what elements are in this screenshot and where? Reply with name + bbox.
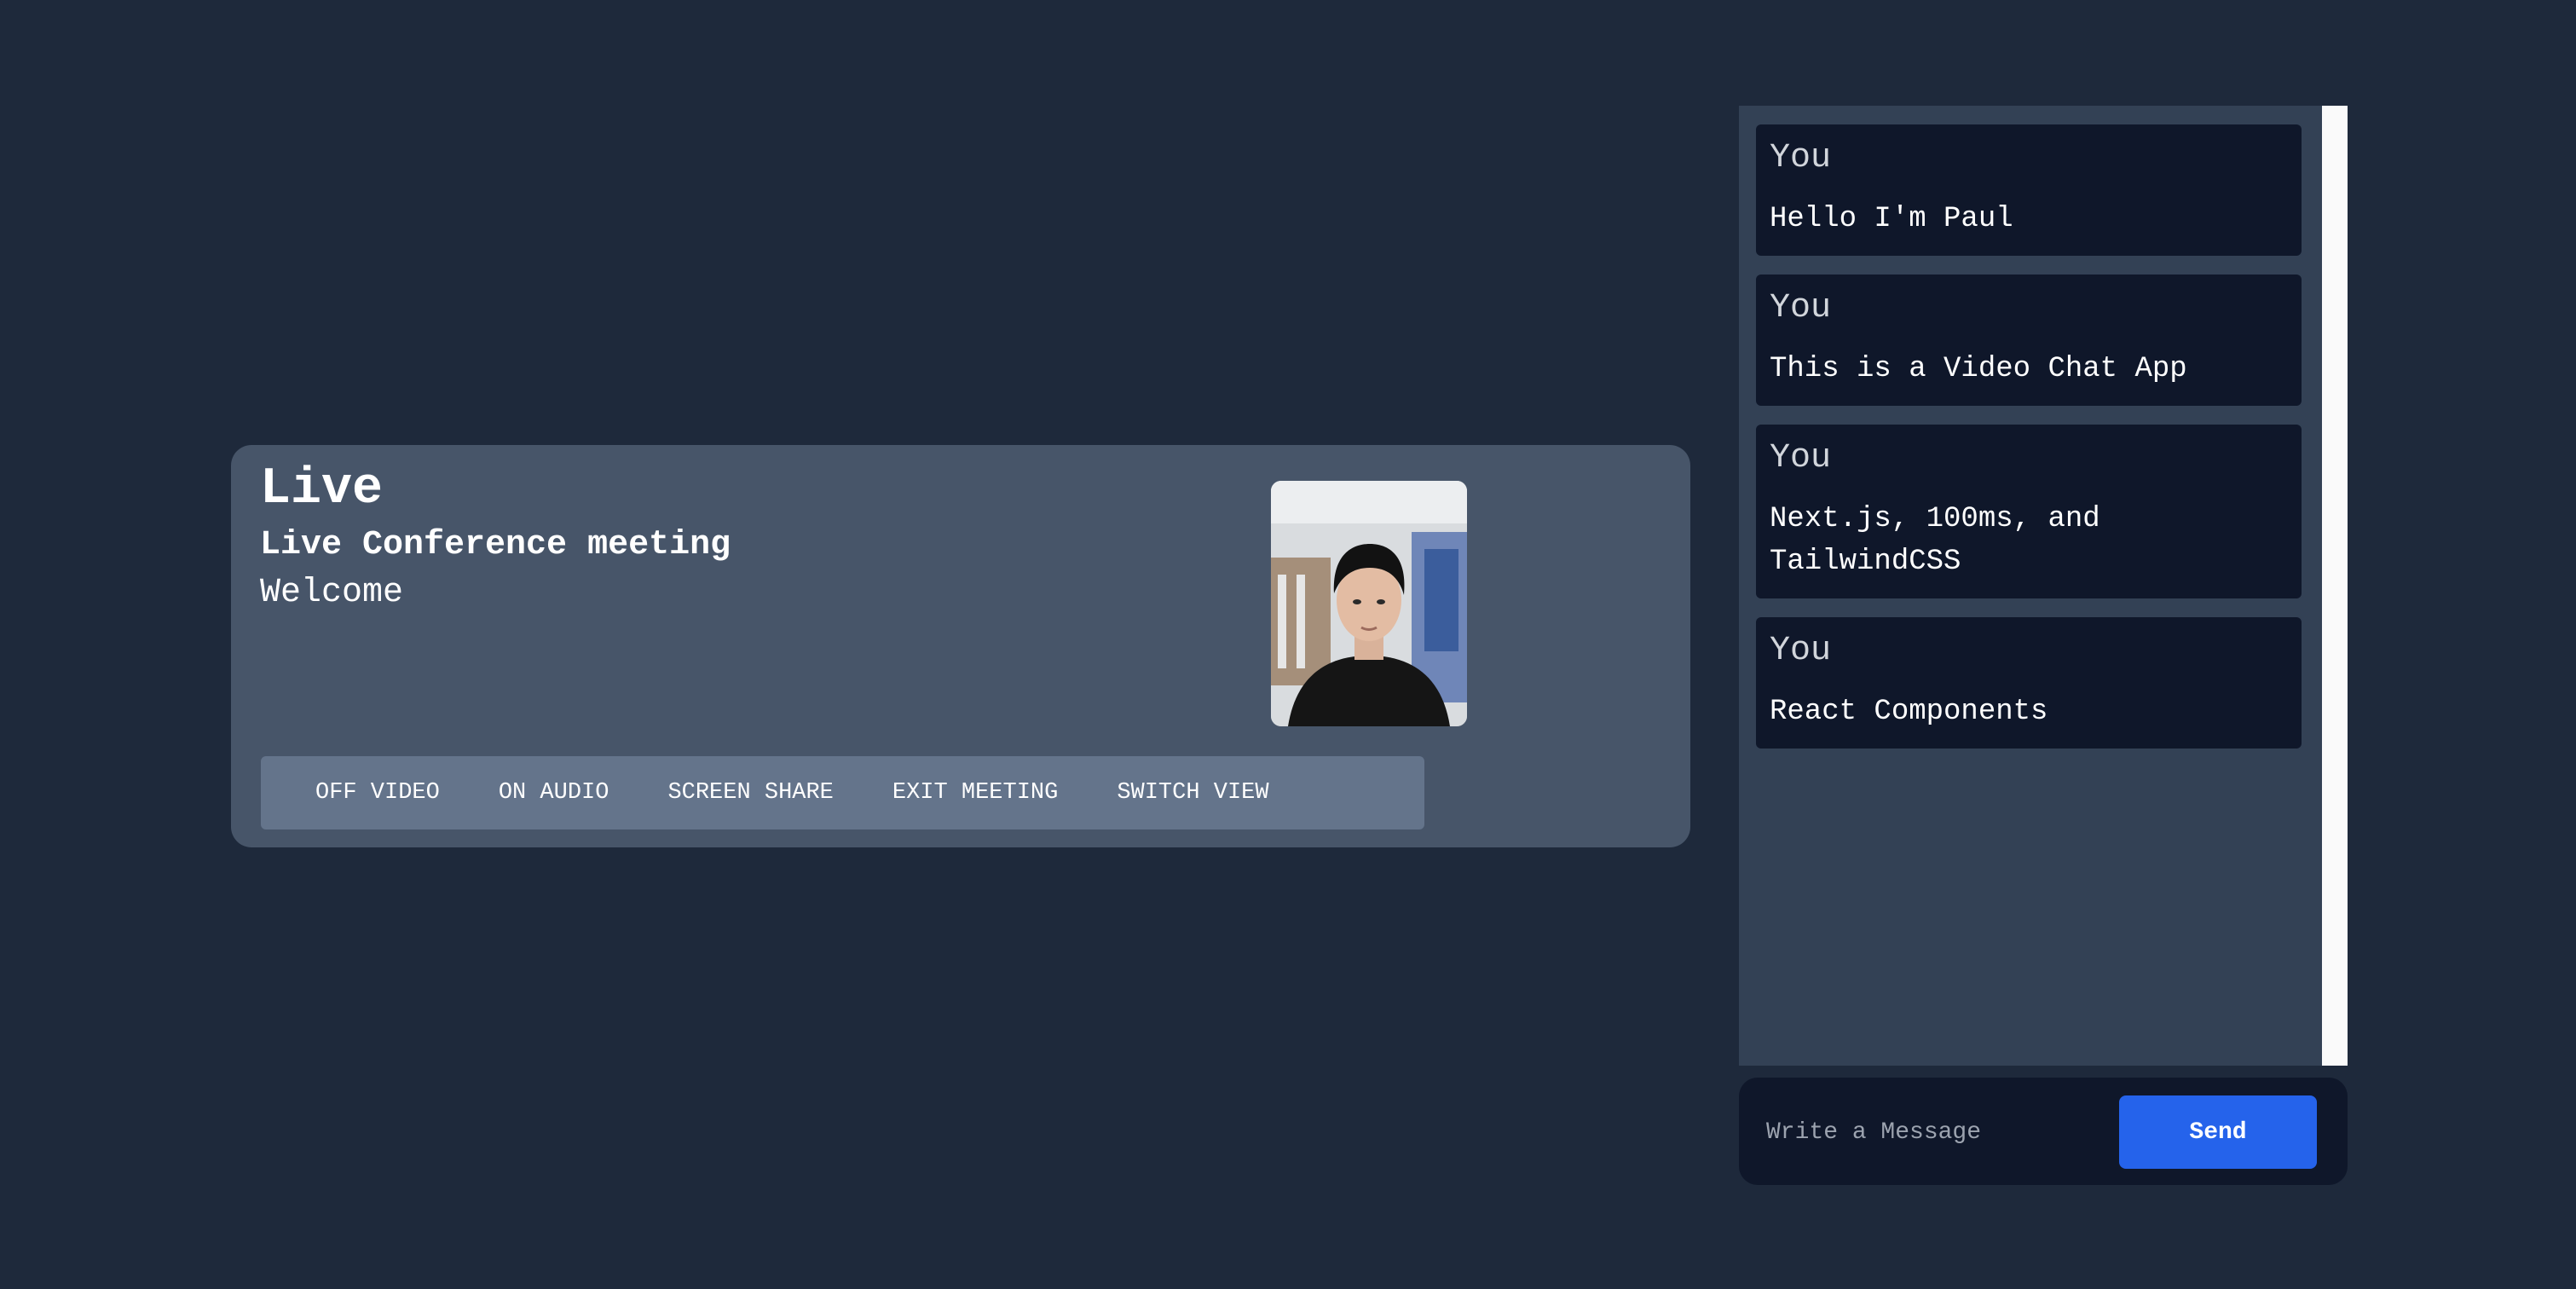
chat-message-list: You Hello I'm Paul You This is a Video C… (1756, 124, 2302, 767)
chat-message-sender: You (1770, 139, 1832, 177)
screen-share-button[interactable]: SCREEN SHARE (638, 756, 863, 829)
message-input[interactable] (1765, 1096, 2140, 1168)
meeting-subtitle: Live Conference meeting (260, 526, 731, 564)
switch-view-button[interactable]: SWITCH VIEW (1088, 756, 1298, 829)
exit-meeting-button[interactable]: EXIT MEETING (863, 756, 1088, 829)
meeting-controls-bar: OFF VIDEO ON AUDIO SCREEN SHARE EXIT MEE… (261, 756, 1424, 829)
welcome-text: Welcome (260, 574, 404, 612)
chat-message: You Hello I'm Paul (1756, 124, 2302, 256)
chat-scrollbar[interactable] (2322, 106, 2348, 1066)
chat-message: You This is a Video Chat App (1756, 275, 2302, 406)
participant-video-image (1271, 481, 1467, 726)
chat-message-sender: You (1770, 632, 1832, 670)
chat-panel: You Hello I'm Paul You This is a Video C… (1739, 106, 2348, 1066)
chat-message-text: This is a Video Chat App (1770, 353, 2187, 385)
chat-message-sender: You (1770, 289, 1832, 327)
message-composer: Send (1739, 1078, 2348, 1185)
participant-video-tile[interactable] (1271, 481, 1467, 726)
chat-message-sender: You (1770, 439, 1832, 477)
meeting-title: Live (260, 460, 384, 518)
chat-message: You Next.js, 100ms, and TailwindCSS (1756, 425, 2302, 598)
chat-message: You React Components (1756, 617, 2302, 749)
meeting-card: Live Live Conference meeting Welcome OFF… (231, 445, 1690, 847)
chat-message-text: React Components (1770, 696, 2048, 728)
send-button[interactable]: Send (2119, 1095, 2317, 1169)
chat-message-text: Next.js, 100ms, and TailwindCSS (1770, 503, 2100, 578)
chat-message-text: Hello I'm Paul (1770, 203, 2013, 235)
toggle-video-button[interactable]: OFF VIDEO (286, 756, 470, 829)
toggle-audio-button[interactable]: ON AUDIO (470, 756, 639, 829)
